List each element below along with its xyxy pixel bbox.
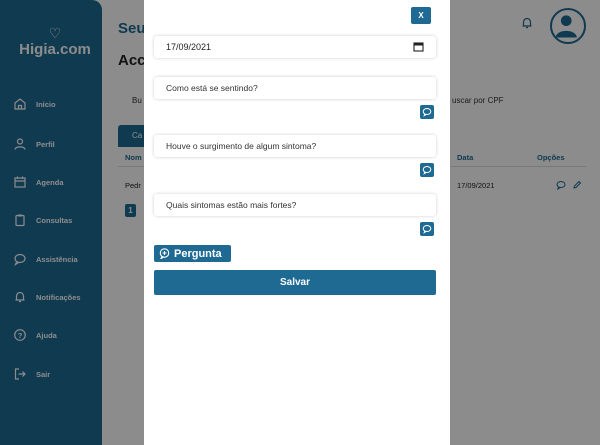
answer-chat-button[interactable] [420, 105, 434, 119]
question-field[interactable]: Quais sintomas estão mais fortes? [154, 194, 436, 216]
question-text: Houve o surgimento de algum sintoma? [166, 141, 317, 151]
close-button[interactable]: X [411, 7, 431, 24]
answer-chat-button[interactable] [420, 163, 434, 177]
answer-chat-button[interactable] [420, 222, 434, 236]
question-text: Como está se sentindo? [166, 83, 258, 93]
symptom-form-modal: X 17/09/2021 Como está se sentindo? Houv… [144, 0, 450, 445]
question-field[interactable]: Como está se sentindo? [154, 77, 436, 99]
question-text: Quais sintomas estão mais fortes? [166, 200, 297, 210]
date-input[interactable]: 17/09/2021 [154, 36, 436, 58]
save-button[interactable]: Salvar [154, 270, 436, 295]
add-question-label: Pergunta [174, 247, 222, 260]
date-value: 17/09/2021 [166, 42, 212, 52]
calendar-picker-icon[interactable] [413, 41, 424, 52]
chat-plus-icon [159, 248, 174, 259]
add-question-button[interactable]: Pergunta [154, 245, 231, 262]
question-field[interactable]: Houve o surgimento de algum sintoma? [154, 135, 436, 157]
